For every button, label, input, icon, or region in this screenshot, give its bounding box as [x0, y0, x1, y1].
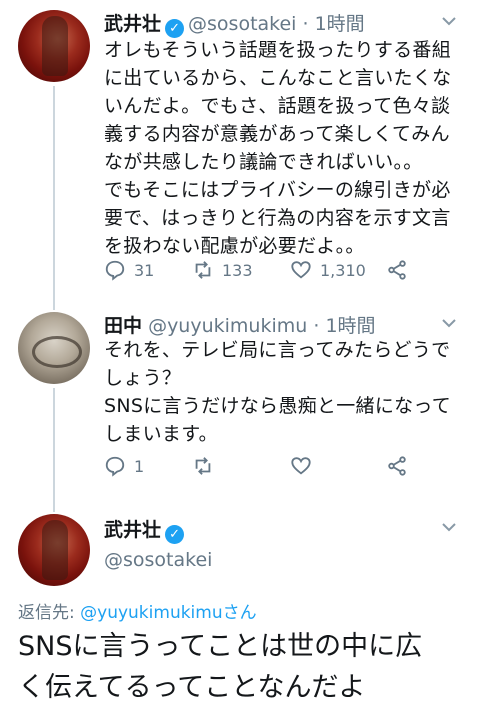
retweet-button[interactable]: 133 — [192, 258, 253, 282]
display-name[interactable]: 武井壮 — [104, 519, 161, 541]
tweet-text: それを、テレビ局に言ってみたらどうで しょう？ SNSに言うだけなら愚痴と一緒に… — [104, 339, 452, 445]
heart-icon — [291, 457, 311, 475]
display-name[interactable]: 武井壮 — [104, 13, 161, 35]
share-button[interactable] — [386, 258, 408, 282]
replying-to: 返信先: @yuyukimukimuさん — [18, 598, 257, 623]
chevron-down-icon[interactable] — [440, 518, 458, 536]
user-handle-line: @sosotakei — [104, 549, 212, 571]
avatar-figure — [42, 16, 68, 76]
user-handle[interactable]: @sosotakei — [188, 13, 296, 35]
chevron-down-icon[interactable] — [440, 314, 458, 332]
separator-dot: · — [302, 13, 309, 35]
reply-icon — [105, 456, 125, 477]
reply-count: 1 — [134, 456, 145, 476]
like-button[interactable] — [290, 454, 320, 478]
reply-count: 31 — [134, 260, 155, 280]
verified-icon: ✓ — [165, 525, 185, 544]
avatar-yuyukimukimu[interactable] — [18, 312, 90, 384]
user-handle[interactable]: @yuyukimukimu — [148, 315, 307, 337]
retweet-button[interactable] — [192, 454, 222, 478]
tweet-actions: 1 — [104, 454, 424, 478]
avatar-figure — [42, 520, 68, 580]
like-button[interactable]: 1,310 — [290, 258, 366, 282]
timestamp[interactable]: 1時間 — [315, 13, 365, 35]
mention-link[interactable]: @yuyukimukimuさん — [80, 603, 256, 623]
timestamp[interactable]: 1時間 — [325, 315, 375, 337]
thread-line — [53, 86, 55, 306]
tweet-2[interactable]: 田中 @yuyukimukimu · 1時間 それを、テレビ局に言ってみたらどう… — [0, 300, 480, 506]
avatar-sosotakei[interactable] — [18, 10, 90, 82]
avatar-chandelier — [32, 336, 82, 368]
display-name[interactable]: 田中 — [104, 315, 142, 337]
thread-line — [53, 500, 55, 512]
heart-icon — [291, 261, 311, 279]
tweet-header: 武井壮 ✓ @sosotakei · 1時間 — [104, 9, 365, 38]
thread-line — [53, 300, 55, 310]
reply-button[interactable]: 31 — [104, 258, 154, 282]
avatar-sosotakei[interactable] — [18, 514, 90, 586]
replying-label: 返信先: — [18, 603, 81, 623]
reply-icon — [105, 260, 125, 281]
retweet-count: 133 — [222, 260, 253, 280]
tweet-header: 田中 @yuyukimukimu · 1時間 — [104, 311, 376, 338]
tweet-header: 武井壮 ✓ — [104, 515, 188, 544]
tweet-text: オレもそういう話題を扱ったりする番組 に出ているから、こんなこと言いたくな いん… — [104, 39, 452, 257]
reply-button[interactable]: 1 — [104, 454, 144, 478]
tweet-1[interactable]: 武井壮 ✓ @sosotakei · 1時間 オレもそういう話題を扱ったりする番組 … — [0, 0, 480, 306]
thread-line — [53, 388, 55, 506]
chevron-down-icon[interactable] — [440, 12, 458, 30]
like-count: 1,310 — [320, 260, 366, 280]
share-icon — [388, 260, 406, 280]
user-handle[interactable]: @sosotakei — [104, 549, 212, 571]
separator-dot: · — [313, 315, 320, 337]
share-button[interactable] — [386, 454, 408, 478]
share-icon — [388, 456, 406, 476]
retweet-icon — [195, 261, 211, 279]
tweet-actions: 31 133 1,310 — [104, 258, 424, 282]
focused-tweet-text: SNSに言うってことは世の中に広 く伝えてるってことなんだよ — [18, 631, 423, 703]
retweet-icon — [195, 457, 211, 475]
